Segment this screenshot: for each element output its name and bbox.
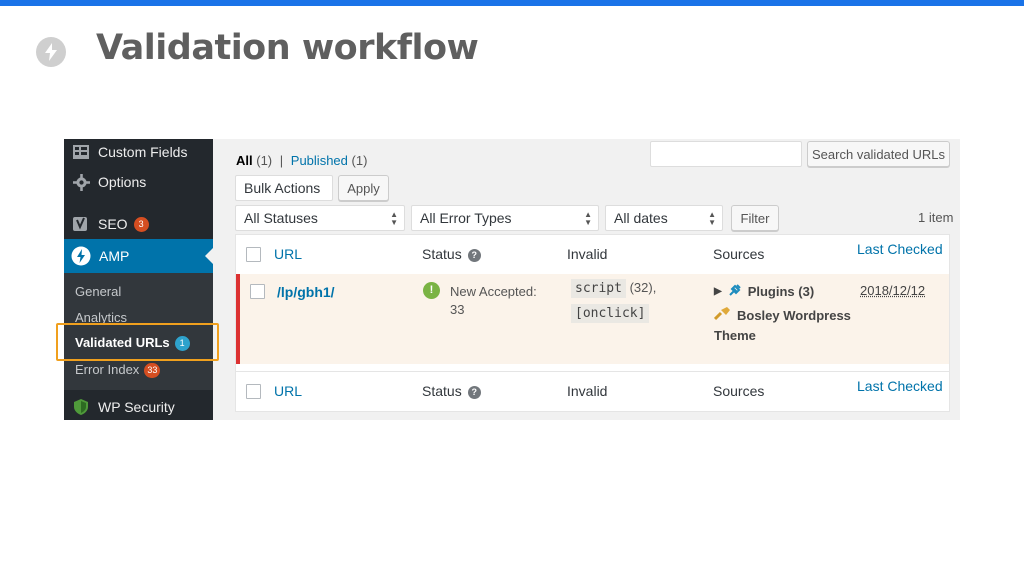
select-all-checkbox[interactable] [246, 247, 261, 262]
validated-urls-table: URL Status? Invalid Sources Last Checked… [235, 234, 950, 412]
select-arrows-icon: ▲ ▼ [390, 210, 398, 227]
status-filter-value: All Statuses [244, 210, 318, 226]
main-content: All (1) | Published (1) Search validated… [213, 139, 960, 420]
amp-bolt-icon [71, 246, 91, 266]
select-arrows-icon: ▲ ▼ [584, 210, 592, 227]
footer-column-status-label: Status [422, 383, 462, 399]
column-sources: Sources [713, 246, 765, 262]
gear-icon [72, 173, 90, 191]
search-validated-urls-button[interactable]: Search validated URLs [807, 141, 950, 167]
view-all-count: (1) [256, 153, 273, 168]
column-status: Status? [422, 246, 481, 262]
table-header: URL Status? Invalid Sources Last Checked [236, 235, 949, 273]
row-status-count: 33 [450, 302, 465, 317]
select-arrows-icon: ▲ ▼ [708, 210, 716, 227]
search-input[interactable] [650, 141, 802, 167]
footer-column-invalid: Invalid [567, 383, 608, 399]
date-filter-select[interactable]: All dates ▲ ▼ [605, 205, 723, 231]
column-last-checked[interactable]: Last Checked [857, 241, 943, 257]
date-filter-value: All dates [614, 210, 668, 226]
sidebar-item-seo[interactable]: SEO 3 [64, 213, 213, 235]
row-status-label: New Accepted: [450, 284, 537, 299]
slide-title: Validation workflow [96, 28, 479, 68]
sidebar-item-label: Custom Fields [98, 144, 188, 160]
footer-column-sources: Sources [713, 383, 765, 399]
theme-brush-icon [713, 306, 731, 324]
admin-sidebar: Custom Fields Options SEO 3 AMP General … [64, 139, 213, 420]
invalid-code-script: script [571, 279, 626, 298]
view-published-count: (1) [351, 153, 368, 168]
invalid-count-script: (32), [629, 280, 657, 295]
item-count: 1 item [918, 210, 954, 225]
sidebar-item-label: SEO [98, 216, 128, 232]
view-filters: All (1) | Published (1) [236, 153, 367, 168]
row-status: New Accepted: 33 [450, 283, 537, 319]
sidebar-item-label: AMP [99, 248, 130, 264]
sidebar-item-options[interactable]: Options [64, 171, 213, 193]
invalid-code-onclick: [onclick] [571, 304, 650, 323]
bulk-actions-value: Bulk Actions [244, 180, 321, 196]
sidebar-item-label: Options [98, 174, 147, 190]
footer-column-url[interactable]: URL [274, 383, 302, 399]
top-accent-bar [0, 0, 1024, 6]
yoast-icon [72, 215, 90, 233]
table-row: /lp/gbh1/ ! New Accepted: 33 script (32)… [236, 274, 949, 364]
submenu-item-label: Error Index [75, 362, 140, 377]
sidebar-item-wp-security[interactable]: WP Security [64, 396, 213, 418]
sources-theme-line2: Theme [714, 328, 756, 343]
row-last-checked: 2018/12/12 [860, 283, 926, 298]
sidebar-item-amp[interactable]: AMP [64, 239, 213, 273]
shield-icon [72, 398, 90, 416]
accepted-status-icon: ! [423, 282, 440, 299]
submenu-item-error-index[interactable]: Error Index 33 [75, 362, 161, 379]
seo-count-badge: 3 [133, 216, 149, 232]
error-index-count-badge: 33 [144, 363, 161, 379]
column-url[interactable]: URL [274, 246, 302, 262]
table-footer: URL Status? Invalid Sources Last Checked [236, 371, 949, 409]
submenu-item-general[interactable]: General [75, 284, 121, 299]
error-type-filter-select[interactable]: All Error Types ▲ ▼ [411, 205, 599, 231]
row-sources: ▶ Plugins (3) Bosley Wordpress Theme [713, 283, 851, 343]
row-checkbox[interactable] [250, 284, 265, 299]
error-type-filter-value: All Error Types [420, 210, 512, 226]
footer-column-status: Status? [422, 383, 481, 399]
column-status-label: Status [422, 246, 462, 262]
wp-admin-screenshot: Custom Fields Options SEO 3 AMP General … [64, 139, 960, 420]
view-separator: | [279, 153, 284, 168]
filter-button[interactable]: Filter [731, 205, 779, 231]
custom-fields-icon [72, 143, 90, 161]
expand-triangle-icon[interactable]: ▶ [714, 286, 722, 297]
view-published-link[interactable]: Published [291, 153, 348, 168]
sources-theme-line1: Bosley Wordpress [737, 307, 851, 323]
help-icon[interactable]: ? [467, 385, 481, 399]
validated-urls-highlight [56, 323, 219, 361]
status-filter-select[interactable]: All Statuses ▲ ▼ [235, 205, 405, 231]
column-invalid: Invalid [567, 246, 608, 262]
apply-button[interactable]: Apply [338, 175, 389, 201]
row-invalid: script (32), [onclick] [571, 279, 656, 323]
select-all-checkbox-footer[interactable] [246, 384, 261, 399]
sources-plugins: Plugins (3) [747, 284, 815, 299]
sidebar-item-label: WP Security [98, 399, 175, 415]
bolt-icon [36, 37, 66, 67]
sidebar-item-custom-fields[interactable]: Custom Fields [64, 141, 213, 163]
footer-column-last-checked[interactable]: Last Checked [857, 378, 943, 394]
view-all-link[interactable]: All [236, 153, 253, 168]
bulk-actions-select[interactable]: Bulk Actions [235, 175, 333, 201]
current-menu-arrow [205, 248, 213, 264]
row-url-link[interactable]: /lp/gbh1/ [277, 284, 335, 300]
help-icon[interactable]: ? [467, 248, 481, 262]
plugin-icon [728, 283, 742, 300]
